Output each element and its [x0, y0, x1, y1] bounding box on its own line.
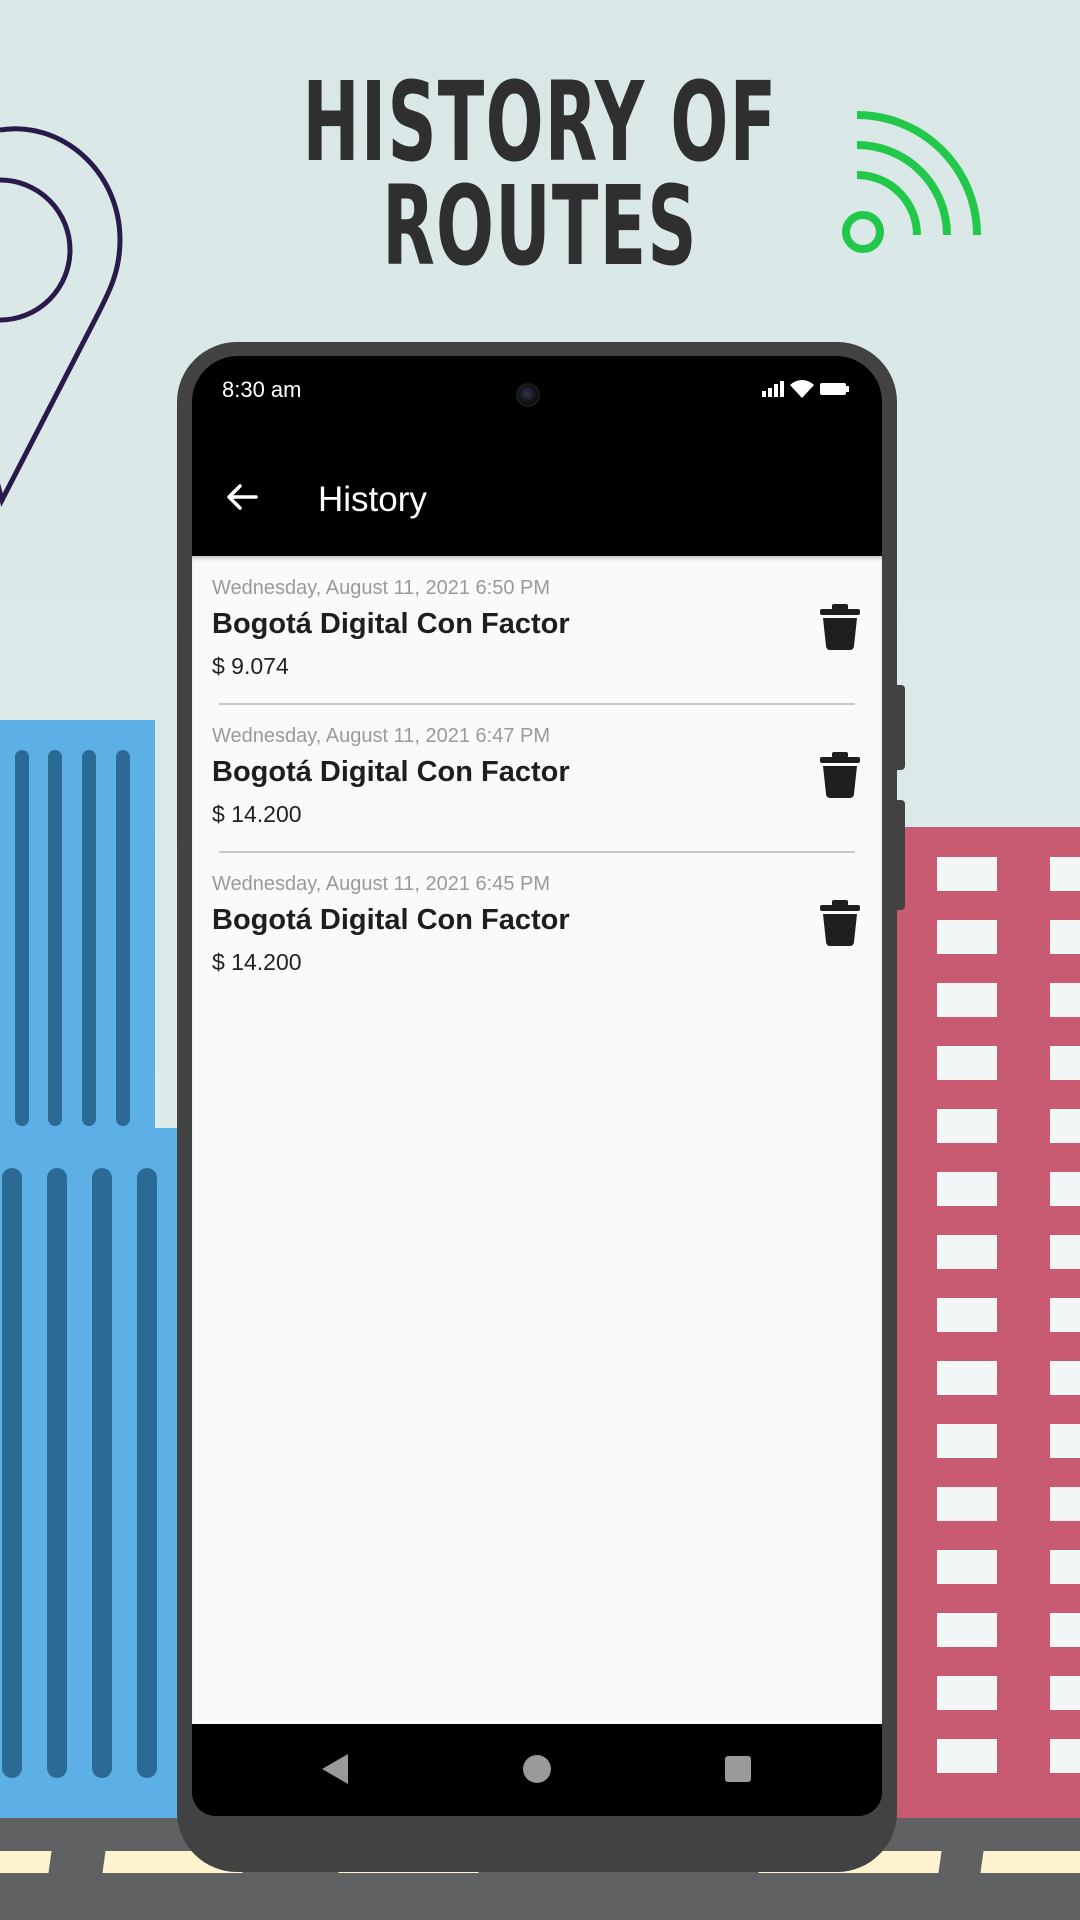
building-window — [1050, 1298, 1080, 1332]
item-date: Wednesday, August 11, 2021 6:50 PM — [212, 577, 551, 599]
building-window — [937, 1235, 997, 1269]
building-window — [937, 1613, 997, 1647]
item-title: Bogotá Digital Con Factor — [212, 756, 570, 788]
red-building — [895, 827, 1080, 1827]
front-camera — [516, 383, 540, 407]
building-window — [1050, 1109, 1080, 1143]
building-window — [1050, 983, 1080, 1017]
phone-frame: 8:30 am History Wednesday, August 11, 20… — [177, 342, 897, 1872]
item-price: $ 14.200 — [212, 801, 302, 827]
headline-line-2: ROUTES — [382, 162, 698, 290]
building-window — [937, 1172, 997, 1206]
arrow-left-icon[interactable] — [222, 477, 262, 517]
building-window — [937, 920, 997, 954]
building-window — [1050, 1550, 1080, 1584]
promo-scene: HISTORY OF ROUTES 8:30 am History Wednes… — [0, 0, 1080, 1920]
building-window — [937, 1046, 997, 1080]
back-triangle-icon[interactable] — [320, 1752, 350, 1786]
headline-line-1: HISTORY OF — [302, 58, 778, 186]
signal-icon — [762, 381, 784, 397]
building-window — [937, 1424, 997, 1458]
app-bar: History — [192, 436, 882, 556]
building-window — [1050, 920, 1080, 954]
building-window — [1050, 857, 1080, 891]
trash-icon[interactable] — [820, 900, 860, 946]
trash-icon[interactable] — [820, 604, 860, 650]
item-price: $ 9.074 — [212, 653, 289, 679]
road-marking — [0, 1851, 52, 1873]
building-window — [937, 983, 997, 1017]
wifi-icon — [790, 380, 814, 398]
history-list: Wednesday, August 11, 2021 6:50 PM Bogot… — [192, 556, 882, 1724]
item-price: $ 14.200 — [212, 949, 302, 975]
building-window — [1050, 1487, 1080, 1521]
building-window — [937, 1361, 997, 1395]
status-icons — [762, 380, 850, 398]
list-item[interactable]: Wednesday, August 11, 2021 6:47 PM Bogot… — [192, 704, 882, 852]
page-title: History — [318, 480, 427, 519]
battery-icon — [820, 383, 849, 395]
status-time: 8:30 am — [222, 377, 302, 402]
building-window — [1050, 1739, 1080, 1773]
building-window — [1050, 1172, 1080, 1206]
home-circle-icon[interactable] — [522, 1752, 552, 1786]
building-window — [1050, 1613, 1080, 1647]
building-window — [937, 1676, 997, 1710]
status-bar: 8:30 am — [192, 356, 882, 436]
list-item[interactable]: Wednesday, August 11, 2021 6:50 PM Bogot… — [192, 556, 882, 704]
road-marking — [980, 1851, 1080, 1873]
building-window — [937, 1298, 997, 1332]
building-window — [1050, 1676, 1080, 1710]
broadcast-signal-icon — [842, 111, 981, 253]
building-window — [1050, 1046, 1080, 1080]
building-window — [1050, 1235, 1080, 1269]
list-item[interactable]: Wednesday, August 11, 2021 6:45 PM Bogot… — [192, 852, 882, 1000]
item-title: Bogotá Digital Con Factor — [212, 608, 570, 640]
item-date: Wednesday, August 11, 2021 6:47 PM — [212, 725, 551, 747]
item-date: Wednesday, August 11, 2021 6:45 PM — [212, 873, 551, 895]
location-pin-icon — [0, 126, 123, 507]
building-window — [937, 857, 997, 891]
building-window — [937, 1550, 997, 1584]
building-window — [1050, 1424, 1080, 1458]
recents-square-icon[interactable] — [723, 1752, 753, 1786]
building-window — [937, 1739, 997, 1773]
system-nav-bar — [192, 1724, 882, 1816]
building-window — [937, 1109, 997, 1143]
item-title: Bogotá Digital Con Factor — [212, 904, 570, 936]
trash-icon[interactable] — [820, 752, 860, 798]
phone-screen: 8:30 am History Wednesday, August 11, 20… — [192, 356, 882, 1816]
blue-building-lower — [0, 1128, 195, 1828]
building-window — [937, 1487, 997, 1521]
building-window — [1050, 1361, 1080, 1395]
